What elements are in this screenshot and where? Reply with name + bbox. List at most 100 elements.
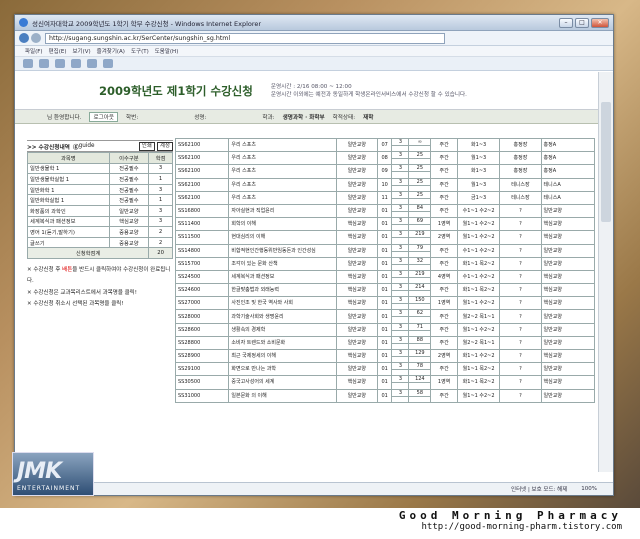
enrollment-row[interactable]: 일반화학실험 1 전공필수 1 [27,194,173,206]
home-icon[interactable] [39,59,49,68]
course-area: 핵심교양 [540,230,595,245]
course-credit: 3 [391,375,410,384]
course-code: SS28600 [175,322,230,337]
course-name[interactable]: 일반화학 1 [27,183,110,196]
status-bar: 인터넷 | 보호 모드: 해제 100% [15,482,613,495]
course-row[interactable]: SS11500 현대심리의 이해 핵심교양 01 3 219 2영역 월1~1 수2~2? 핵심… [175,230,595,245]
course-name[interactable]: 일반화학실험 1 [27,194,110,206]
course-title[interactable]: 회학의 이해 [228,217,337,232]
course-title[interactable]: 일본문화 의 이해 [228,388,337,403]
course-title[interactable]: 중국고사성어의 세계 [228,375,337,390]
course-credit: 3 [391,362,410,371]
course-title[interactable]: 비합적현인간행동위반임동돈과 인간성심 [228,243,337,258]
course-row[interactable]: SS28600 생활속의 경제학 일반교양 01 3 71 주간 월1~1 수2~2? 일반교양 [175,322,595,337]
course-title[interactable]: 세계복식과 패션정보 [228,269,337,285]
feed-icon[interactable] [55,59,65,68]
course-credit: 3 [148,204,173,217]
course-row[interactable]: SS62100 우리 스포츠 일반교양 10 3 25 주간 월1~3 테니스장 테니스A [175,177,595,192]
course-row[interactable]: SS29100 화면으로 만나는 과학 일반교양 01 3 78 주간 월1~1 목2~2? 일… [175,362,595,377]
course-title[interactable]: 최근 국제정세의 이해 [228,348,337,364]
course-title[interactable]: 소비자 트렌드와 소비문화 [228,335,337,351]
course-capacity: 219 [408,269,432,278]
course-code: SS62100 [175,177,230,192]
course-name[interactable]: 화장품의 과학인 [27,204,110,217]
course-area: 일반교양 [540,256,595,271]
enrollment-row[interactable]: 영어 1(듣기,말하기) 중용교양 2 [27,226,173,238]
course-row[interactable]: SS11400 회학의 이해 핵심교양 01 3 69 1영역 월1~1 수2~2? 핵심교양 [175,217,595,232]
scrollbar[interactable] [598,72,613,472]
course-title[interactable]: 현대심리의 이해 [228,230,337,245]
enrollment-row[interactable]: 세계복식과 패션정보 핵심교양 3 [27,215,173,228]
logout-button[interactable]: 로그아웃 [89,111,119,122]
course-time: 화1~3 [456,138,501,153]
total-label: 신청학점계 [26,247,150,259]
url-input[interactable]: http://sugang.sungshin.ac.kr/SerCenter/s… [45,32,445,44]
enrollment-row[interactable]: 화장품의 과학인 일반교양 3 [27,204,173,217]
maximize-button[interactable]: □ [575,17,589,28]
course-period: 1영역 [430,296,458,311]
course-row[interactable]: SS28000 과학기술사회와 생명윤리 일반교양 01 3 62 주간 월2~2 목1~1?… [175,309,595,324]
course-title[interactable]: 화면으로 만나는 과학 [228,362,337,377]
course-row[interactable]: SS27000 사진인조 및 한국 역사와 사회 핵심교양 01 3 150 1영역 월1~1… [175,296,595,311]
course-name[interactable]: 세계복식과 패션정보 [27,215,110,228]
course-row[interactable]: SS62100 우리 스포츠 일반교양 09 3 25 주간 화1~3 홍정장 홍정A [175,164,595,179]
zoom-level[interactable]: 100% [581,486,597,492]
course-row[interactable]: SS30500 중국고사성어의 세계 핵심교양 01 3 124 1영역 화1~1 목2~2?… [175,375,595,390]
close-button[interactable]: ✕ [591,17,609,28]
course-name[interactable]: 일반생물학 1 [27,162,110,175]
course-row[interactable]: SS14800 비합적현인간행동위반임동돈과 인간성심 일반교양 01 3 79 주간 수1~… [175,243,595,258]
browser-window: 성신여자대학교 2009학년도 1학기 학부 수강신청 - Windows In… [14,14,614,496]
course-category: 일반교양 [335,335,378,351]
print-button[interactable]: 인쇄 [138,141,155,151]
help-icon[interactable] [103,59,113,68]
course-title[interactable]: 사진인조 및 한국 역사와 사회 [228,296,337,311]
enrollment-row[interactable]: 일반화학 1 전공필수 3 [27,183,173,196]
page-icon[interactable] [87,59,97,68]
course-title[interactable]: 한글맞춤법과 외래능력 [228,283,337,298]
menu-view[interactable]: 보기(V) [72,47,90,55]
course-name[interactable]: 영어 1(듣기,말하기) [27,226,110,238]
course-period: 주간 [430,322,458,337]
course-credit: 3 [391,335,410,344]
course-title[interactable]: 조각이 있는 문화 산책 [228,256,337,271]
enrollment-row[interactable]: 일반생물학 1 전공필수 3 [27,162,173,175]
course-row[interactable]: SS28900 최근 국제정세의 이해 핵심교양 01 3 129 2영역 화1~1 수2~2… [175,348,595,364]
course-credit: 3 [391,256,410,265]
forward-icon[interactable] [31,33,41,43]
course-row[interactable]: SS62100 우리 스포츠 일반교양 08 3 25 주간 월1~3 홍정장 홍정A [175,151,595,166]
course-row[interactable]: SS62100 우리 스포츠 일반교양 11 3 25 주간 금1~3 테니스장 테니스A [175,190,595,205]
minimize-button[interactable]: – [559,17,573,28]
course-row[interactable]: SS15700 조각이 있는 문화 산책 일반교양 01 3 32 주간 화1~1 목2~2?… [175,256,595,271]
back-icon[interactable] [19,33,29,43]
course-title[interactable]: 생활속의 경제학 [228,322,337,337]
course-title[interactable]: 우리 스포츠 [228,164,337,179]
course-row[interactable]: SS28800 소비자 트렌드와 소비문화 일반교양 01 3 88 주간 월2~2 목1~1… [175,335,595,351]
menu-tools[interactable]: 도구(T) [131,47,149,55]
menu-help[interactable]: 도움말(H) [155,47,179,55]
menu-file[interactable]: 파일(F) [25,47,43,55]
course-row[interactable]: SS24600 한글맞춤법과 외래능력 핵심교양 01 3 214 주간 화1~1 목2~2?… [175,283,595,298]
account-button[interactable]: 계정 [156,141,173,151]
course-row[interactable]: SS62100 우리 스포츠 일반교양 07 3 ∞ 주간 화1~3 홍정장 홍정A [175,138,595,153]
course-title[interactable]: 자아실현과 직업윤리 [228,203,337,219]
course-row[interactable]: SS16800 자아실현과 직업윤리 일반교양 01 3 84 주간 수1~1 수2~2? 일반… [175,203,595,219]
course-name[interactable]: 일반생물학실험 1 [27,173,110,185]
scroll-thumb[interactable] [601,102,611,222]
course-section: 01 [376,348,393,364]
print-icon[interactable] [71,59,81,68]
course-title[interactable]: 과학기술사회와 생명윤리 [228,309,337,324]
star-icon[interactable] [23,59,33,68]
course-title[interactable]: 우리 스포츠 [228,138,337,153]
course-section: 01 [376,217,393,232]
course-row[interactable]: SS24500 세계복식과 패션정보 핵심교양 01 3 219 4영역 수1~1 수2~2?… [175,269,595,285]
menu-favorites[interactable]: 즐겨찾기(A) [97,47,125,55]
course-title[interactable]: 우리 스포츠 [228,177,337,192]
guide-link[interactable]: guide [79,143,95,149]
enrollment-row[interactable]: 글쓰기 중용교양 2 [27,236,173,249]
course-title[interactable]: 우리 스포츠 [228,151,337,166]
course-row[interactable]: SS31000 일본문화 의 이해 일반교양 01 3 58 주간 월1~1 수2~2? 일반교… [175,388,595,403]
enrollment-row[interactable]: 일반생물학실험 1 전공필수 1 [27,173,173,185]
course-title[interactable]: 우리 스포츠 [228,190,337,205]
menu-edit[interactable]: 편집(E) [49,47,67,55]
course-name[interactable]: 글쓰기 [27,236,110,249]
